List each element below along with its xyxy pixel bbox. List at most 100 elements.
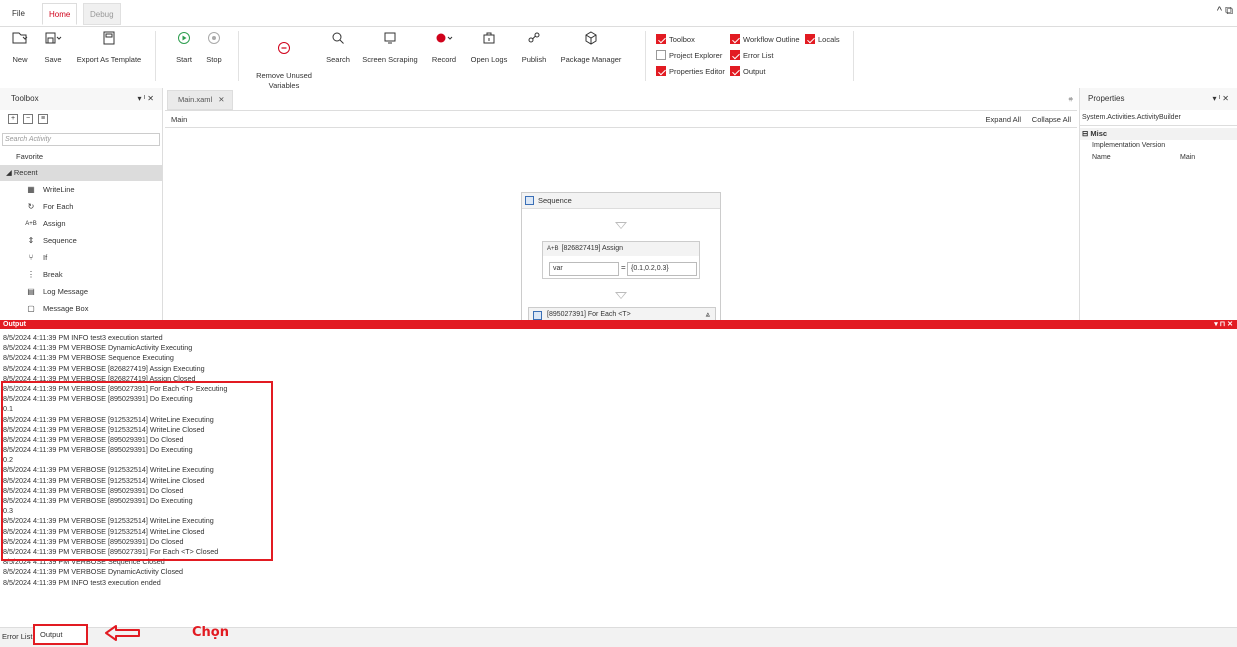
record-button[interactable]: Record xyxy=(428,31,460,64)
drop-arrow-icon[interactable] xyxy=(615,222,627,229)
toolbox-title: Toolbox xyxy=(11,94,39,103)
package-manager-button[interactable]: Package Manager xyxy=(558,31,624,64)
tab-error-list[interactable]: Error List xyxy=(2,632,32,641)
remove-unused-variables-button[interactable]: Remove Unused Variables xyxy=(252,31,316,91)
check-project-explorer[interactable]: Project Explorer xyxy=(656,50,722,60)
start-button[interactable]: Start xyxy=(170,31,198,64)
foreach-activity[interactable]: [895027391] For Each <T> ⩓ xyxy=(528,307,716,320)
open-logs-button[interactable]: Open Logs xyxy=(468,31,510,64)
assign-equals: = xyxy=(621,263,626,272)
highlight-box xyxy=(1,381,273,561)
breadcrumb[interactable]: Main xyxy=(171,115,187,124)
check-output[interactable]: Output xyxy=(730,66,766,76)
foreach-icon: ↻ xyxy=(27,202,35,211)
sequence-icon: ⇕ xyxy=(27,236,35,245)
activity-assign[interactable]: A+B Assign xyxy=(0,215,162,232)
activity-sequence[interactable]: ⇕ Sequence xyxy=(0,232,162,249)
property-row[interactable]: Name Main xyxy=(1080,152,1237,164)
activity-log-message[interactable]: ▤ Log Message xyxy=(0,283,162,300)
publish-icon xyxy=(518,31,550,51)
checkbox-checked-icon xyxy=(730,34,740,44)
checkbox-unchecked-icon xyxy=(656,50,666,60)
toolbox-header: Toolbox ▾ ᴵ ✕ xyxy=(0,88,162,110)
property-row[interactable]: Implementation Version xyxy=(1080,140,1237,152)
log-message-icon: ▤ xyxy=(27,287,35,296)
annotation-label: Chọn xyxy=(192,625,229,640)
open-logs-icon xyxy=(468,31,510,51)
check-properties-editor[interactable]: Properties Editor xyxy=(656,66,725,76)
record-icon xyxy=(428,31,460,51)
check-locals[interactable]: Locals xyxy=(805,34,840,44)
check-workflow-outline[interactable]: Workflow Outline xyxy=(730,34,800,44)
checkbox-checked-icon xyxy=(805,34,815,44)
output-panel-controls[interactable]: ▾ ⊓ ✕ xyxy=(1214,320,1233,329)
activity-writeline[interactable]: ▦ WriteLine xyxy=(0,181,162,198)
arrow-left-icon xyxy=(105,625,140,641)
favorite-category[interactable]: Favorite xyxy=(0,149,162,165)
new-button[interactable]: New xyxy=(8,31,32,64)
message-box-icon: ▢ xyxy=(27,304,35,313)
tab-overflow-icon[interactable]: ⩷ xyxy=(1068,94,1073,104)
ribbon-separator xyxy=(645,31,646,81)
assign-activity[interactable]: A+B [826827419] Assign var = {0.1,0.2,0.3… xyxy=(542,241,700,279)
menu-tab-file[interactable]: File xyxy=(6,3,31,25)
close-icon[interactable]: ✕ xyxy=(218,95,224,104)
properties-title: Properties xyxy=(1088,94,1125,103)
collapse-icon[interactable]: ⩓ xyxy=(705,308,710,320)
activity-foreach[interactable]: ↻ For Each xyxy=(0,198,162,215)
stop-icon xyxy=(201,31,227,51)
filter-icon[interactable]: ≡ xyxy=(38,114,48,124)
assign-value-field[interactable]: {0.1,0.2,0.3} xyxy=(627,262,697,276)
save-icon xyxy=(40,31,66,51)
designer-canvas[interactable]: Sequence A+B [826827419] Assign var = {0.… xyxy=(165,128,1077,320)
output-header: Output ▾ ⊓ ✕ xyxy=(0,320,1237,329)
expand-icon[interactable]: + xyxy=(8,114,18,124)
assign-to-field[interactable]: var xyxy=(549,262,619,276)
drop-arrow-icon[interactable] xyxy=(615,292,627,299)
assign-icon: A+B xyxy=(547,246,559,252)
recent-category[interactable]: ◢ Recent xyxy=(0,165,162,181)
properties-object-type: System.Activities.ActivityBuilder xyxy=(1080,110,1237,126)
ribbon-separator xyxy=(238,31,239,81)
ribbon-separator xyxy=(853,31,854,81)
search-activity-input[interactable]: Search Activity xyxy=(2,133,160,146)
output-panel: Output ▾ ⊓ ✕ 8/5/2024 4:11:39 PM INFO te… xyxy=(0,320,1237,627)
foreach-icon xyxy=(533,311,542,320)
check-toolbox[interactable]: Toolbox xyxy=(656,34,695,44)
menu-tab-debug[interactable]: Debug xyxy=(83,3,121,25)
toolbox-panel: Toolbox ▾ ᴵ ✕ + − ≡ Search Activity Favo… xyxy=(0,88,163,320)
collapse-icon[interactable]: − xyxy=(23,114,33,124)
toolbox-toolbar: + − ≡ xyxy=(0,110,162,130)
save-button[interactable]: Save xyxy=(40,31,66,64)
stop-button[interactable]: Stop xyxy=(201,31,227,64)
toolbox-panel-controls[interactable]: ▾ ᴵ ✕ xyxy=(138,88,155,110)
ribbon: New Save Export As Template Start Stop R… xyxy=(0,26,1237,91)
sequence-activity[interactable]: Sequence A+B [826827419] Assign var = {0.… xyxy=(521,192,721,320)
activity-message-box[interactable]: ▢ Message Box xyxy=(0,300,162,317)
activity-if[interactable]: ⑂ If xyxy=(0,249,162,266)
window-controls[interactable]: ^ ⧉ xyxy=(1217,5,1233,18)
properties-panel: Properties ▾ ᴵ ✕ System.Activities.Activ… xyxy=(1079,88,1237,320)
tab-main-xaml[interactable]: Main.xaml ✕ xyxy=(167,90,233,110)
new-file-icon xyxy=(8,31,32,51)
misc-section[interactable]: ⊟ Misc xyxy=(1080,128,1237,140)
ribbon-separator xyxy=(155,31,156,81)
collapse-all-button[interactable]: Collapse All xyxy=(1032,115,1071,124)
checkbox-checked-icon xyxy=(656,66,666,76)
export-template-button[interactable]: Export As Template xyxy=(74,31,144,64)
output-title: Output xyxy=(3,321,26,328)
screen-scraping-button[interactable]: Screen Scraping xyxy=(360,31,420,64)
check-error-list[interactable]: Error List xyxy=(730,50,773,60)
activity-break[interactable]: ⋮ Break xyxy=(0,266,162,283)
properties-panel-controls[interactable]: ▾ ᴵ ✕ xyxy=(1213,88,1230,110)
designer-toolbar: Main Expand All Collapse All xyxy=(165,110,1077,128)
expand-all-button[interactable]: Expand All xyxy=(986,115,1021,124)
menu-tab-home[interactable]: Home xyxy=(42,3,78,25)
sequence-icon xyxy=(525,196,534,205)
search-button[interactable]: Search xyxy=(322,31,354,64)
tab-output[interactable]: Output xyxy=(33,624,88,645)
log-line: 8/5/2024 4:11:39 PM VERBOSE [826827419] … xyxy=(3,363,205,373)
properties-header: Properties ▾ ᴵ ✕ xyxy=(1080,88,1237,110)
screen-scraping-icon xyxy=(360,31,420,51)
publish-button[interactable]: Publish xyxy=(518,31,550,64)
